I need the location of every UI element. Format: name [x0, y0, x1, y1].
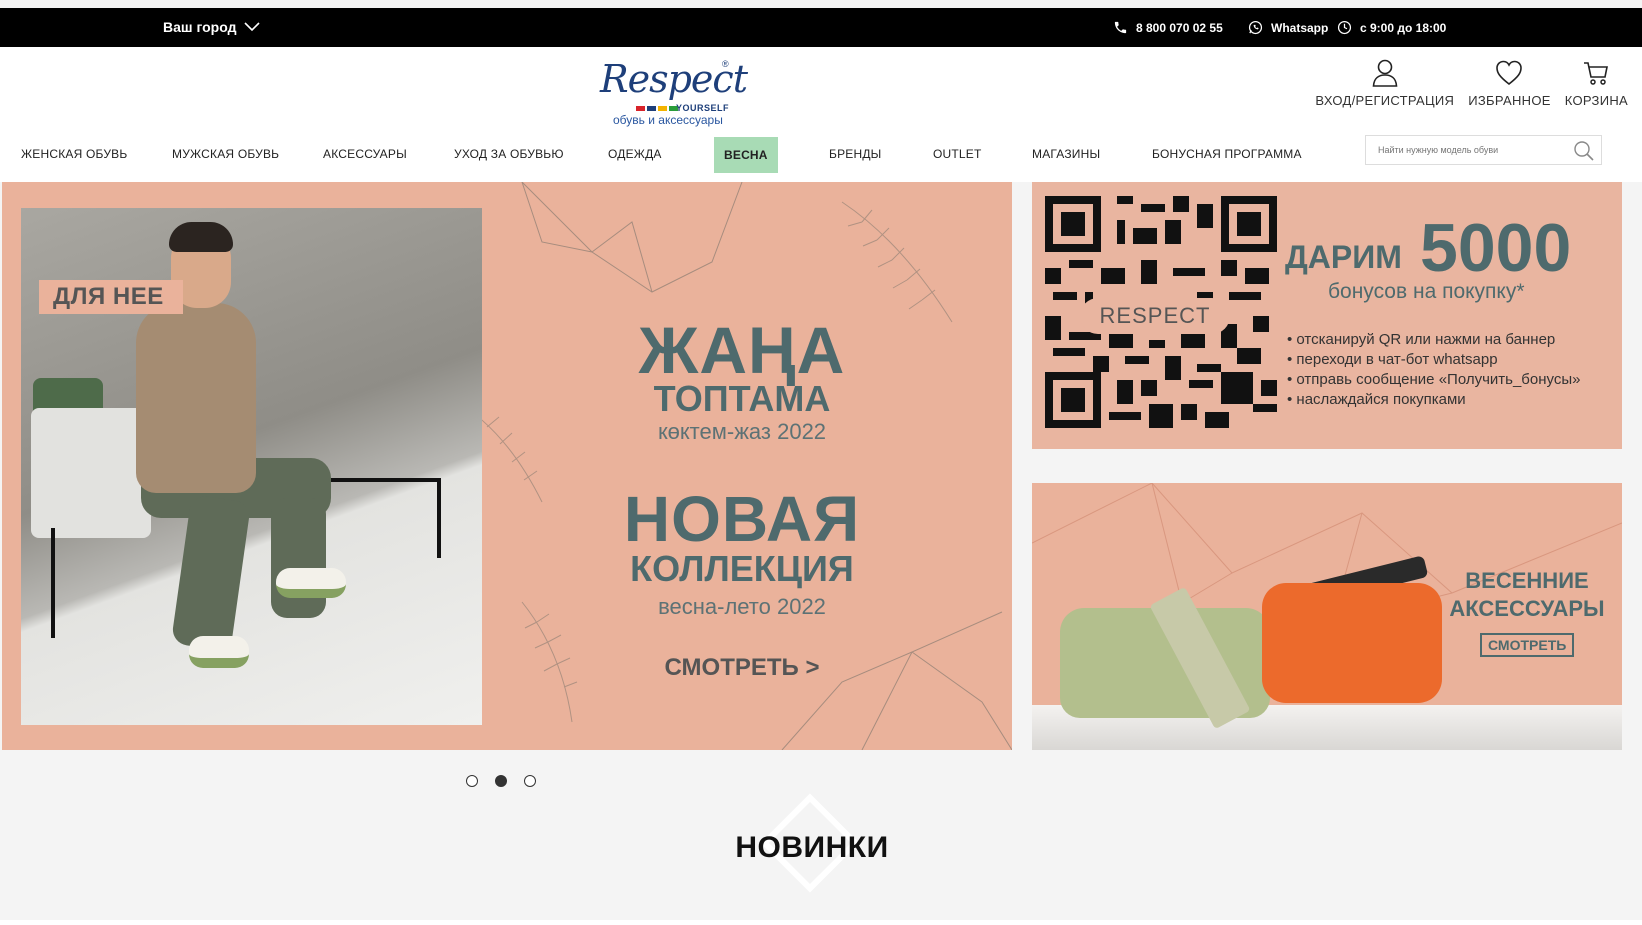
accessories-view-button[interactable]: СМОТРЕТЬ — [1480, 633, 1575, 657]
nav-accessories[interactable]: АКСЕССУАРЫ — [323, 135, 407, 173]
for-her-badge: ДЛЯ НЕЕ — [39, 280, 183, 314]
slider-dots — [466, 775, 536, 787]
accessories-line1: ВЕСЕННИЕ — [1465, 568, 1589, 593]
login-button[interactable]: ВХОД/РЕГИСТРАЦИЯ — [1315, 59, 1454, 108]
nav-outlet[interactable]: OUTLET — [933, 135, 982, 173]
logo[interactable]: Respect ® YOURSELF обувь и аксессуары — [600, 57, 748, 127]
hero-line-ru-title: НОВАЯ — [623, 483, 861, 555]
nav-men-shoes[interactable]: МУЖСКАЯ ОБУВЬ — [172, 135, 279, 173]
working-hours: с 9:00 до 18:00 — [1337, 20, 1446, 35]
bonus-step: отправь сообщение «Получить_бонусы» — [1287, 370, 1580, 390]
nav-shoe-care[interactable]: УХОД ЗА ОБУВЬЮ — [454, 135, 564, 173]
city-label: Ваш город — [163, 19, 237, 35]
bonus-amount: 5000 — [1420, 210, 1572, 286]
phone-icon — [1114, 21, 1127, 34]
login-label: ВХОД/РЕГИСТРАЦИЯ — [1315, 93, 1455, 108]
accessories-promo-banner[interactable]: ВЕСЕННИЕ АКСЕССУАРЫ СМОТРЕТЬ — [1032, 483, 1622, 750]
search-box — [1365, 135, 1602, 165]
hero-banner[interactable]: ДЛЯ НЕЕ ЖАҢА ТОПТАМА көктем-жаз 2022 НОВ… — [2, 182, 1012, 750]
favorites-label: ИЗБРАННОЕ — [1468, 93, 1551, 108]
accessories-title: ВЕСЕННИЕ АКСЕССУАРЫ — [1437, 567, 1617, 623]
heart-icon — [1496, 60, 1523, 86]
nav-stores[interactable]: МАГАЗИНЫ — [1032, 135, 1100, 173]
phone-number: 8 800 070 02 55 — [1136, 20, 1223, 35]
clock-icon — [1337, 20, 1352, 35]
bonus-darim: ДАРИМ — [1285, 239, 1402, 275]
whatsapp-label: Whatsapp — [1271, 20, 1329, 35]
qr-respect-label: RESPECT — [1080, 298, 1230, 334]
cart-icon — [1584, 62, 1609, 85]
favorites-button[interactable]: ИЗБРАННОЕ — [1468, 59, 1550, 108]
bonus-steps: отсканируй QR или нажми на баннер перехо… — [1287, 330, 1580, 410]
whatsapp-link[interactable]: Whatsapp — [1248, 20, 1328, 35]
user-actions: ВХОД/РЕГИСТРАЦИЯ ИЗБРАННОЕ КОРЗИНА — [1315, 59, 1628, 108]
registered-mark: ® — [722, 59, 729, 69]
hero-line-kz-title: ЖАҢА — [638, 313, 846, 387]
hero-line-kz-subtitle: ТОПТАМА — [653, 378, 831, 419]
phone-link[interactable]: 8 800 070 02 55 — [1113, 20, 1223, 35]
search-icon[interactable] — [1573, 140, 1595, 162]
header: Respect ® YOURSELF обувь и аксессуары ВХ… — [0, 47, 1642, 182]
logo-stripes — [636, 106, 678, 111]
nav-spring[interactable]: ВЕСНА — [714, 137, 778, 173]
new-arrivals-section: НОВИНКИ — [0, 793, 1642, 925]
slider-dot[interactable] — [466, 775, 478, 787]
slider-dot-active[interactable] — [495, 775, 507, 787]
products-strip — [0, 920, 1642, 925]
bonus-subtitle: бонусов на покупку* — [1328, 280, 1525, 303]
hero-line-kz-season: көктем-жаз 2022 — [657, 419, 827, 444]
bonus-promo-banner[interactable]: RESPECT ДАРИМ 5000 бонусов на покупку* о… — [1032, 182, 1622, 449]
cart-button[interactable]: КОРЗИНА — [1565, 59, 1628, 108]
nav-women-shoes[interactable]: ЖЕНСКАЯ ОБУВЬ — [21, 135, 127, 173]
bonus-step: наслаждайся покупками — [1287, 390, 1580, 410]
hero-line-ru-season: весна-лето 2022 — [658, 594, 826, 619]
search-input[interactable] — [1366, 136, 1566, 164]
accessories-line2: АКСЕССУАРЫ — [1449, 596, 1605, 621]
orange-bag-image — [1262, 583, 1442, 703]
top-bar: Ваш город 8 800 070 02 55 Whatsapp с 9:0… — [0, 8, 1642, 47]
section-title: НОВИНКИ — [735, 831, 889, 864]
nav-clothing[interactable]: ОДЕЖДА — [608, 135, 662, 173]
page: Ваш город 8 800 070 02 55 Whatsapp с 9:0… — [0, 0, 1642, 925]
city-selector[interactable]: Ваш город — [163, 19, 261, 35]
hero-photo-man: ДЛЯ НЕЕ — [21, 208, 482, 725]
slider-dot[interactable] — [524, 775, 536, 787]
hours-label: с 9:00 до 18:00 — [1360, 20, 1447, 35]
user-icon — [1372, 59, 1398, 87]
chevron-down-icon — [244, 22, 261, 32]
cart-label: КОРЗИНА — [1564, 93, 1628, 108]
nav-bonus-program[interactable]: БОНУСНАЯ ПРОГРАММА — [1152, 135, 1302, 173]
bonus-step: отсканируй QR или нажми на баннер — [1287, 330, 1580, 350]
bonus-step: переходи в чат-бот whatsapp — [1287, 350, 1580, 370]
whatsapp-icon — [1248, 20, 1263, 35]
nav-brands[interactable]: БРЕНДЫ — [829, 135, 882, 173]
logo-tagline: обувь и аксессуары — [613, 113, 723, 127]
logo-yourself: YOURSELF — [676, 103, 730, 113]
hero-line-ru-subtitle: КОЛЛЕКЦИЯ — [630, 548, 854, 589]
hero-view-button[interactable]: СМОТРЕТЬ > — [472, 654, 1012, 682]
